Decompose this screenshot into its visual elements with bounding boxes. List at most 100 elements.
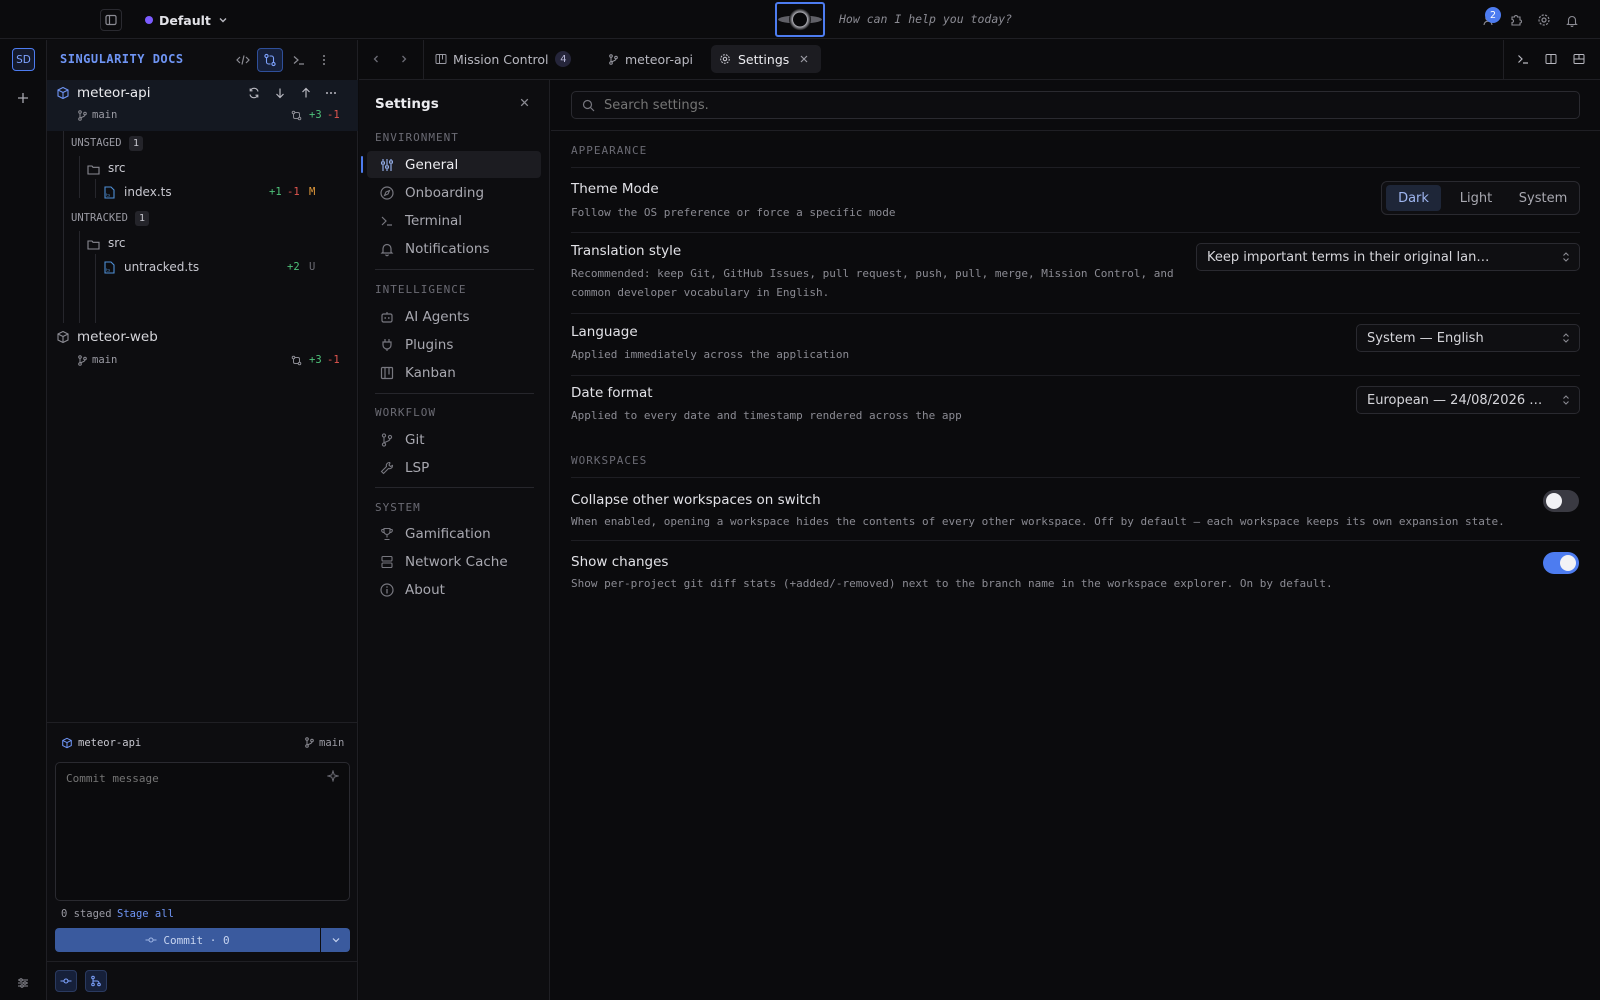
- workspace-avatar[interactable]: SD: [12, 48, 35, 71]
- tab-settings[interactable]: Settings: [711, 45, 821, 73]
- add-workspace-button[interactable]: [14, 89, 32, 107]
- code-view-button[interactable]: [232, 49, 254, 71]
- tab-label: Settings: [738, 51, 790, 67]
- nav-item-onboarding[interactable]: Onboarding: [367, 179, 541, 206]
- terminal-view-button[interactable]: [288, 49, 310, 71]
- nav-item-lsp[interactable]: LSP: [367, 454, 541, 481]
- translation-style-title: Translation style: [571, 243, 682, 259]
- push-button[interactable]: [298, 85, 314, 101]
- file-status-badge: M: [309, 186, 316, 198]
- settings-search[interactable]: [571, 91, 1580, 119]
- close-icon[interactable]: [799, 54, 809, 64]
- translation-style-desc-line2: common developer vocabulary in English.: [571, 286, 830, 299]
- unstaged-count-badge: 1: [129, 136, 143, 151]
- theme-option-system[interactable]: System: [1510, 185, 1576, 211]
- stage-all-link[interactable]: Stage all: [117, 908, 174, 920]
- commit-message-input[interactable]: [55, 762, 350, 901]
- unstaged-header[interactable]: UNSTAGED: [71, 137, 122, 149]
- bell-button[interactable]: [1563, 11, 1581, 29]
- nav-item-label: About: [405, 581, 445, 598]
- folder-name[interactable]: src: [108, 161, 126, 175]
- eclipse-logo-icon: [778, 8, 822, 31]
- theme-option-light[interactable]: Light: [1445, 185, 1507, 211]
- settings-search-input[interactable]: [604, 95, 1564, 115]
- commit-button[interactable]: Commit · 0: [55, 928, 320, 952]
- file-status-badge: U: [309, 261, 316, 273]
- workspace-selector[interactable]: Default: [145, 10, 229, 30]
- staged-count: 0 staged: [61, 908, 112, 920]
- row-divider: [571, 375, 1580, 376]
- notification-count-badge: 2: [1485, 7, 1501, 23]
- project-more-button[interactable]: [323, 85, 339, 101]
- nav-item-plugins[interactable]: Plugins: [367, 331, 541, 358]
- nav-item-notifications[interactable]: Notifications: [367, 235, 541, 262]
- folder-icon: [87, 165, 100, 175]
- bell-icon: [380, 243, 394, 256]
- nav-section-environment: ENVIRONMENT: [375, 131, 459, 144]
- rail-settings-button[interactable]: [14, 974, 32, 992]
- commit-graph-button[interactable]: [55, 970, 77, 992]
- svg-text:ts: ts: [106, 268, 110, 273]
- translation-style-select[interactable]: Keep important terms in their original l…: [1196, 243, 1580, 271]
- commit-project-name: meteor-api: [78, 737, 142, 749]
- git-changes-view-button[interactable]: [257, 48, 283, 72]
- app-logo[interactable]: [775, 2, 825, 37]
- diff-icon: [291, 110, 302, 121]
- tree-guide: [79, 156, 80, 198]
- nav-item-general[interactable]: General: [367, 151, 541, 178]
- project-name: meteor-web: [77, 329, 158, 345]
- branch-tree-button[interactable]: [85, 970, 107, 992]
- nav-forward-button[interactable]: [395, 50, 413, 68]
- date-format-title: Date format: [571, 385, 653, 401]
- sidebar-toggle-button[interactable]: [100, 9, 122, 31]
- nav-item-ai-agents[interactable]: AI Agents: [367, 303, 541, 330]
- toggle-terminal-button[interactable]: [1514, 50, 1532, 68]
- nav-back-button[interactable]: [367, 50, 385, 68]
- collapse-workspaces-toggle[interactable]: [1543, 490, 1579, 512]
- file-name[interactable]: untracked.ts: [124, 260, 199, 274]
- commit-options-button[interactable]: [321, 928, 350, 952]
- toggle-knob: [1546, 493, 1562, 509]
- arrow-down-icon: [276, 88, 284, 99]
- nav-item-git[interactable]: Git: [367, 426, 541, 453]
- nav-item-gamification[interactable]: Gamification: [367, 520, 541, 547]
- search-divider: [551, 130, 1600, 131]
- file-name[interactable]: index.ts: [124, 185, 172, 199]
- language-title: Language: [571, 324, 638, 340]
- untracked-header[interactable]: UNTRACKED: [71, 212, 128, 224]
- nav-item-about[interactable]: About: [367, 576, 541, 603]
- nav-item-network-cache[interactable]: Network Cache: [367, 548, 541, 575]
- sync-button[interactable]: [246, 85, 262, 101]
- theme-option-dark[interactable]: Dark: [1386, 185, 1441, 211]
- plugins-button[interactable]: [1507, 11, 1525, 29]
- tab-meteor-api[interactable]: meteor-api: [602, 45, 699, 73]
- nav-divider: [375, 269, 534, 270]
- git-commit-icon: [60, 978, 72, 984]
- git-branch-icon: [305, 737, 314, 748]
- split-vertical-button[interactable]: [1542, 50, 1560, 68]
- nav-item-kanban[interactable]: Kanban: [367, 359, 541, 386]
- kanban-icon: [435, 54, 447, 64]
- row-divider: [571, 232, 1580, 233]
- close-icon[interactable]: [519, 97, 530, 108]
- sparkle-icon[interactable]: [327, 770, 339, 782]
- tab-mission-control[interactable]: Mission Control 4: [429, 45, 577, 73]
- pull-button[interactable]: [272, 85, 288, 101]
- settings-button[interactable]: [1535, 11, 1553, 29]
- workspace-color-dot: [145, 16, 153, 24]
- language-select[interactable]: System — English: [1356, 324, 1580, 352]
- folder-name[interactable]: src: [108, 236, 126, 250]
- select-value: Keep important terms in their original l…: [1207, 249, 1490, 265]
- project-added-count: +3: [309, 354, 322, 366]
- assistant-prompt[interactable]: How can I help you today?: [839, 12, 1012, 26]
- nav-item-terminal[interactable]: Terminal: [367, 207, 541, 234]
- code-icon: [236, 55, 250, 65]
- show-changes-title: Show changes: [571, 554, 669, 570]
- date-format-select[interactable]: European — 24/08/2026 …: [1356, 386, 1580, 414]
- explorer-more-button[interactable]: [316, 49, 332, 71]
- language-desc: Applied immediately across the applicati…: [571, 348, 850, 361]
- svg-text:ts: ts: [106, 193, 110, 198]
- package-icon: [57, 86, 69, 100]
- split-horizontal-button[interactable]: [1570, 50, 1588, 68]
- show-changes-toggle[interactable]: [1543, 552, 1579, 574]
